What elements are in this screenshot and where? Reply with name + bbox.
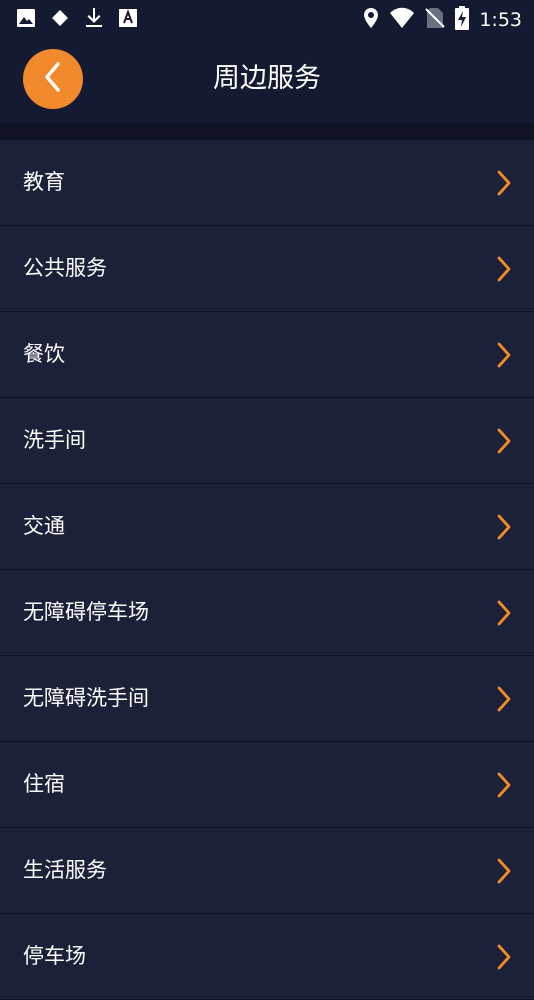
chevron-right-icon xyxy=(497,170,511,196)
list-item-label: 停车场 xyxy=(23,944,86,968)
list-item-label: 无障碍洗手间 xyxy=(23,686,149,710)
image-icon xyxy=(16,8,36,32)
list-item-education[interactable]: 教育 xyxy=(0,140,534,226)
list-item-accessible-parking[interactable]: 无障碍停车场 xyxy=(0,570,534,656)
chevron-right-icon xyxy=(497,944,511,970)
list-item-label: 生活服务 xyxy=(23,858,107,882)
text-a-icon xyxy=(118,8,138,32)
status-bar: 1:53 xyxy=(0,0,534,38)
chevron-right-icon xyxy=(497,686,511,712)
chevron-right-icon xyxy=(497,858,511,884)
list-item-label: 教育 xyxy=(23,170,65,194)
location-icon xyxy=(363,7,379,33)
status-right-icons: 1:53 xyxy=(363,6,522,34)
app-header: 周边服务 xyxy=(0,38,534,122)
header-separator xyxy=(0,122,534,140)
list-item-label: 洗手间 xyxy=(23,428,86,452)
list-item-label: 无障碍停车场 xyxy=(23,600,149,624)
wifi-icon xyxy=(389,7,415,33)
list-item-transport[interactable]: 交通 xyxy=(0,484,534,570)
list-item-label: 住宿 xyxy=(23,772,65,796)
chevron-right-icon xyxy=(497,342,511,368)
chevron-right-icon xyxy=(497,256,511,282)
no-sim-icon xyxy=(425,7,446,33)
back-button[interactable] xyxy=(23,49,83,109)
list-item-life-service[interactable]: 生活服务 xyxy=(0,828,534,914)
status-time: 1:53 xyxy=(479,9,522,31)
download-icon xyxy=(84,7,104,33)
chevron-right-icon xyxy=(497,428,511,454)
list-item-dining[interactable]: 餐饮 xyxy=(0,312,534,398)
list-item-label: 餐饮 xyxy=(23,342,65,366)
list-item-accessible-restroom[interactable]: 无障碍洗手间 xyxy=(0,656,534,742)
status-left-icons xyxy=(16,7,138,33)
list-item-label: 公共服务 xyxy=(23,256,107,280)
list-item-public-service[interactable]: 公共服务 xyxy=(0,226,534,312)
list-item-parking[interactable]: 停车场 xyxy=(0,914,534,1000)
chevron-right-icon xyxy=(497,514,511,540)
chevron-left-icon xyxy=(41,61,65,97)
battery-charging-icon xyxy=(455,6,470,34)
chevron-right-icon xyxy=(497,772,511,798)
list-item-lodging[interactable]: 住宿 xyxy=(0,742,534,828)
service-list: 教育 公共服务 餐饮 洗手间 交通 无障碍停车场 无障碍洗手间 住宿 生活服务 … xyxy=(0,140,534,1000)
diamond-icon xyxy=(50,8,70,32)
list-item-label: 交通 xyxy=(23,514,65,538)
list-item-restroom[interactable]: 洗手间 xyxy=(0,398,534,484)
chevron-right-icon xyxy=(497,600,511,626)
